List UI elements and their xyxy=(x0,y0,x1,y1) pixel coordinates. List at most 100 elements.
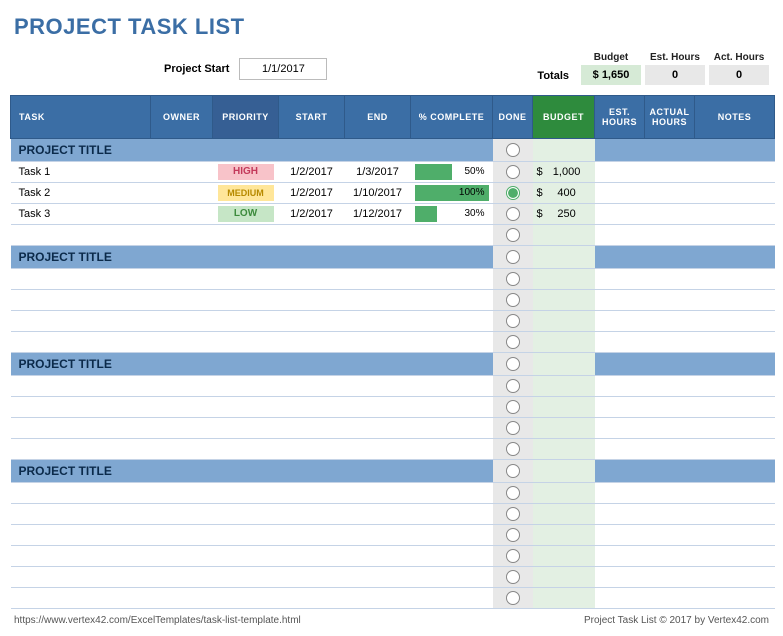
budget-cell[interactable]: $400 xyxy=(533,183,595,204)
start-cell[interactable]: 1/2/2017 xyxy=(279,162,345,183)
owner-cell[interactable] xyxy=(151,525,213,546)
task-cell[interactable]: Task 3 xyxy=(11,204,151,225)
end-cell[interactable] xyxy=(345,376,411,397)
cell[interactable] xyxy=(695,460,775,483)
priority-cell[interactable]: LOW xyxy=(213,204,279,225)
radio-icon[interactable] xyxy=(506,400,520,414)
pct-cell[interactable] xyxy=(411,567,493,588)
task-cell[interactable] xyxy=(11,439,151,460)
budget-cell[interactable]: $250 xyxy=(533,204,595,225)
cell[interactable] xyxy=(695,353,775,376)
task-cell[interactable] xyxy=(11,546,151,567)
budget-cell[interactable] xyxy=(533,290,595,311)
est-cell[interactable] xyxy=(595,225,645,246)
priority-cell[interactable] xyxy=(213,504,279,525)
priority-cell[interactable] xyxy=(213,311,279,332)
est-cell[interactable] xyxy=(595,204,645,225)
priority-cell[interactable] xyxy=(213,567,279,588)
done-cell[interactable] xyxy=(493,225,533,246)
owner-cell[interactable] xyxy=(151,504,213,525)
priority-cell[interactable] xyxy=(213,439,279,460)
end-cell[interactable] xyxy=(345,588,411,609)
act-cell[interactable] xyxy=(645,376,695,397)
radio-icon[interactable] xyxy=(506,464,520,478)
task-cell[interactable] xyxy=(11,483,151,504)
radio-icon[interactable] xyxy=(506,335,520,349)
budget-cell[interactable] xyxy=(533,311,595,332)
budget-cell[interactable] xyxy=(533,504,595,525)
end-cell[interactable]: 1/3/2017 xyxy=(345,162,411,183)
priority-cell[interactable] xyxy=(213,483,279,504)
budget-cell[interactable] xyxy=(533,332,595,353)
budget-cell[interactable] xyxy=(533,588,595,609)
done-cell[interactable] xyxy=(493,139,533,162)
pct-cell[interactable] xyxy=(411,525,493,546)
start-cell[interactable] xyxy=(279,225,345,246)
section-title[interactable]: PROJECT TITLE xyxy=(11,460,493,483)
est-cell[interactable] xyxy=(595,183,645,204)
pct-cell[interactable] xyxy=(411,311,493,332)
end-cell[interactable] xyxy=(345,225,411,246)
task-cell[interactable] xyxy=(11,290,151,311)
notes-cell[interactable] xyxy=(695,332,775,353)
owner-cell[interactable] xyxy=(151,225,213,246)
est-cell[interactable] xyxy=(595,311,645,332)
priority-cell[interactable] xyxy=(213,588,279,609)
budget-cell[interactable] xyxy=(533,439,595,460)
budget-cell[interactable] xyxy=(533,225,595,246)
cell[interactable] xyxy=(645,139,695,162)
pct-cell[interactable]: 50% xyxy=(411,162,493,183)
budget-cell[interactable] xyxy=(533,397,595,418)
priority-cell[interactable] xyxy=(213,525,279,546)
est-cell[interactable] xyxy=(595,397,645,418)
end-cell[interactable] xyxy=(345,567,411,588)
owner-cell[interactable] xyxy=(151,311,213,332)
radio-icon[interactable] xyxy=(506,250,520,264)
est-cell[interactable] xyxy=(595,439,645,460)
owner-cell[interactable] xyxy=(151,439,213,460)
notes-cell[interactable] xyxy=(695,588,775,609)
est-cell[interactable] xyxy=(595,162,645,183)
priority-cell[interactable] xyxy=(213,418,279,439)
end-cell[interactable] xyxy=(345,525,411,546)
priority-cell[interactable] xyxy=(213,546,279,567)
start-cell[interactable] xyxy=(279,588,345,609)
start-cell[interactable] xyxy=(279,269,345,290)
pct-cell[interactable] xyxy=(411,376,493,397)
project-start-input[interactable]: 1/1/2017 xyxy=(239,58,327,80)
est-cell[interactable] xyxy=(595,483,645,504)
radio-icon[interactable] xyxy=(506,549,520,563)
end-cell[interactable] xyxy=(345,332,411,353)
act-cell[interactable] xyxy=(645,567,695,588)
budget-cell[interactable] xyxy=(533,546,595,567)
pct-cell[interactable] xyxy=(411,439,493,460)
budget-cell[interactable] xyxy=(533,353,595,376)
priority-cell[interactable] xyxy=(213,225,279,246)
est-cell[interactable] xyxy=(595,546,645,567)
owner-cell[interactable] xyxy=(151,290,213,311)
act-cell[interactable] xyxy=(645,483,695,504)
est-cell[interactable] xyxy=(595,269,645,290)
budget-cell[interactable] xyxy=(533,246,595,269)
done-cell[interactable] xyxy=(493,397,533,418)
done-cell[interactable] xyxy=(493,162,533,183)
done-cell[interactable] xyxy=(493,183,533,204)
radio-icon[interactable] xyxy=(506,143,520,157)
done-cell[interactable] xyxy=(493,290,533,311)
owner-cell[interactable] xyxy=(151,183,213,204)
cell[interactable] xyxy=(595,353,645,376)
done-cell[interactable] xyxy=(493,504,533,525)
end-cell[interactable] xyxy=(345,546,411,567)
end-cell[interactable]: 1/12/2017 xyxy=(345,204,411,225)
budget-cell[interactable] xyxy=(533,376,595,397)
done-cell[interactable] xyxy=(493,332,533,353)
done-cell[interactable] xyxy=(493,439,533,460)
notes-cell[interactable] xyxy=(695,204,775,225)
act-cell[interactable] xyxy=(645,269,695,290)
act-cell[interactable] xyxy=(645,311,695,332)
pct-cell[interactable] xyxy=(411,332,493,353)
task-cell[interactable]: Task 1 xyxy=(11,162,151,183)
priority-cell[interactable] xyxy=(213,269,279,290)
notes-cell[interactable] xyxy=(695,439,775,460)
radio-icon[interactable] xyxy=(506,186,520,200)
